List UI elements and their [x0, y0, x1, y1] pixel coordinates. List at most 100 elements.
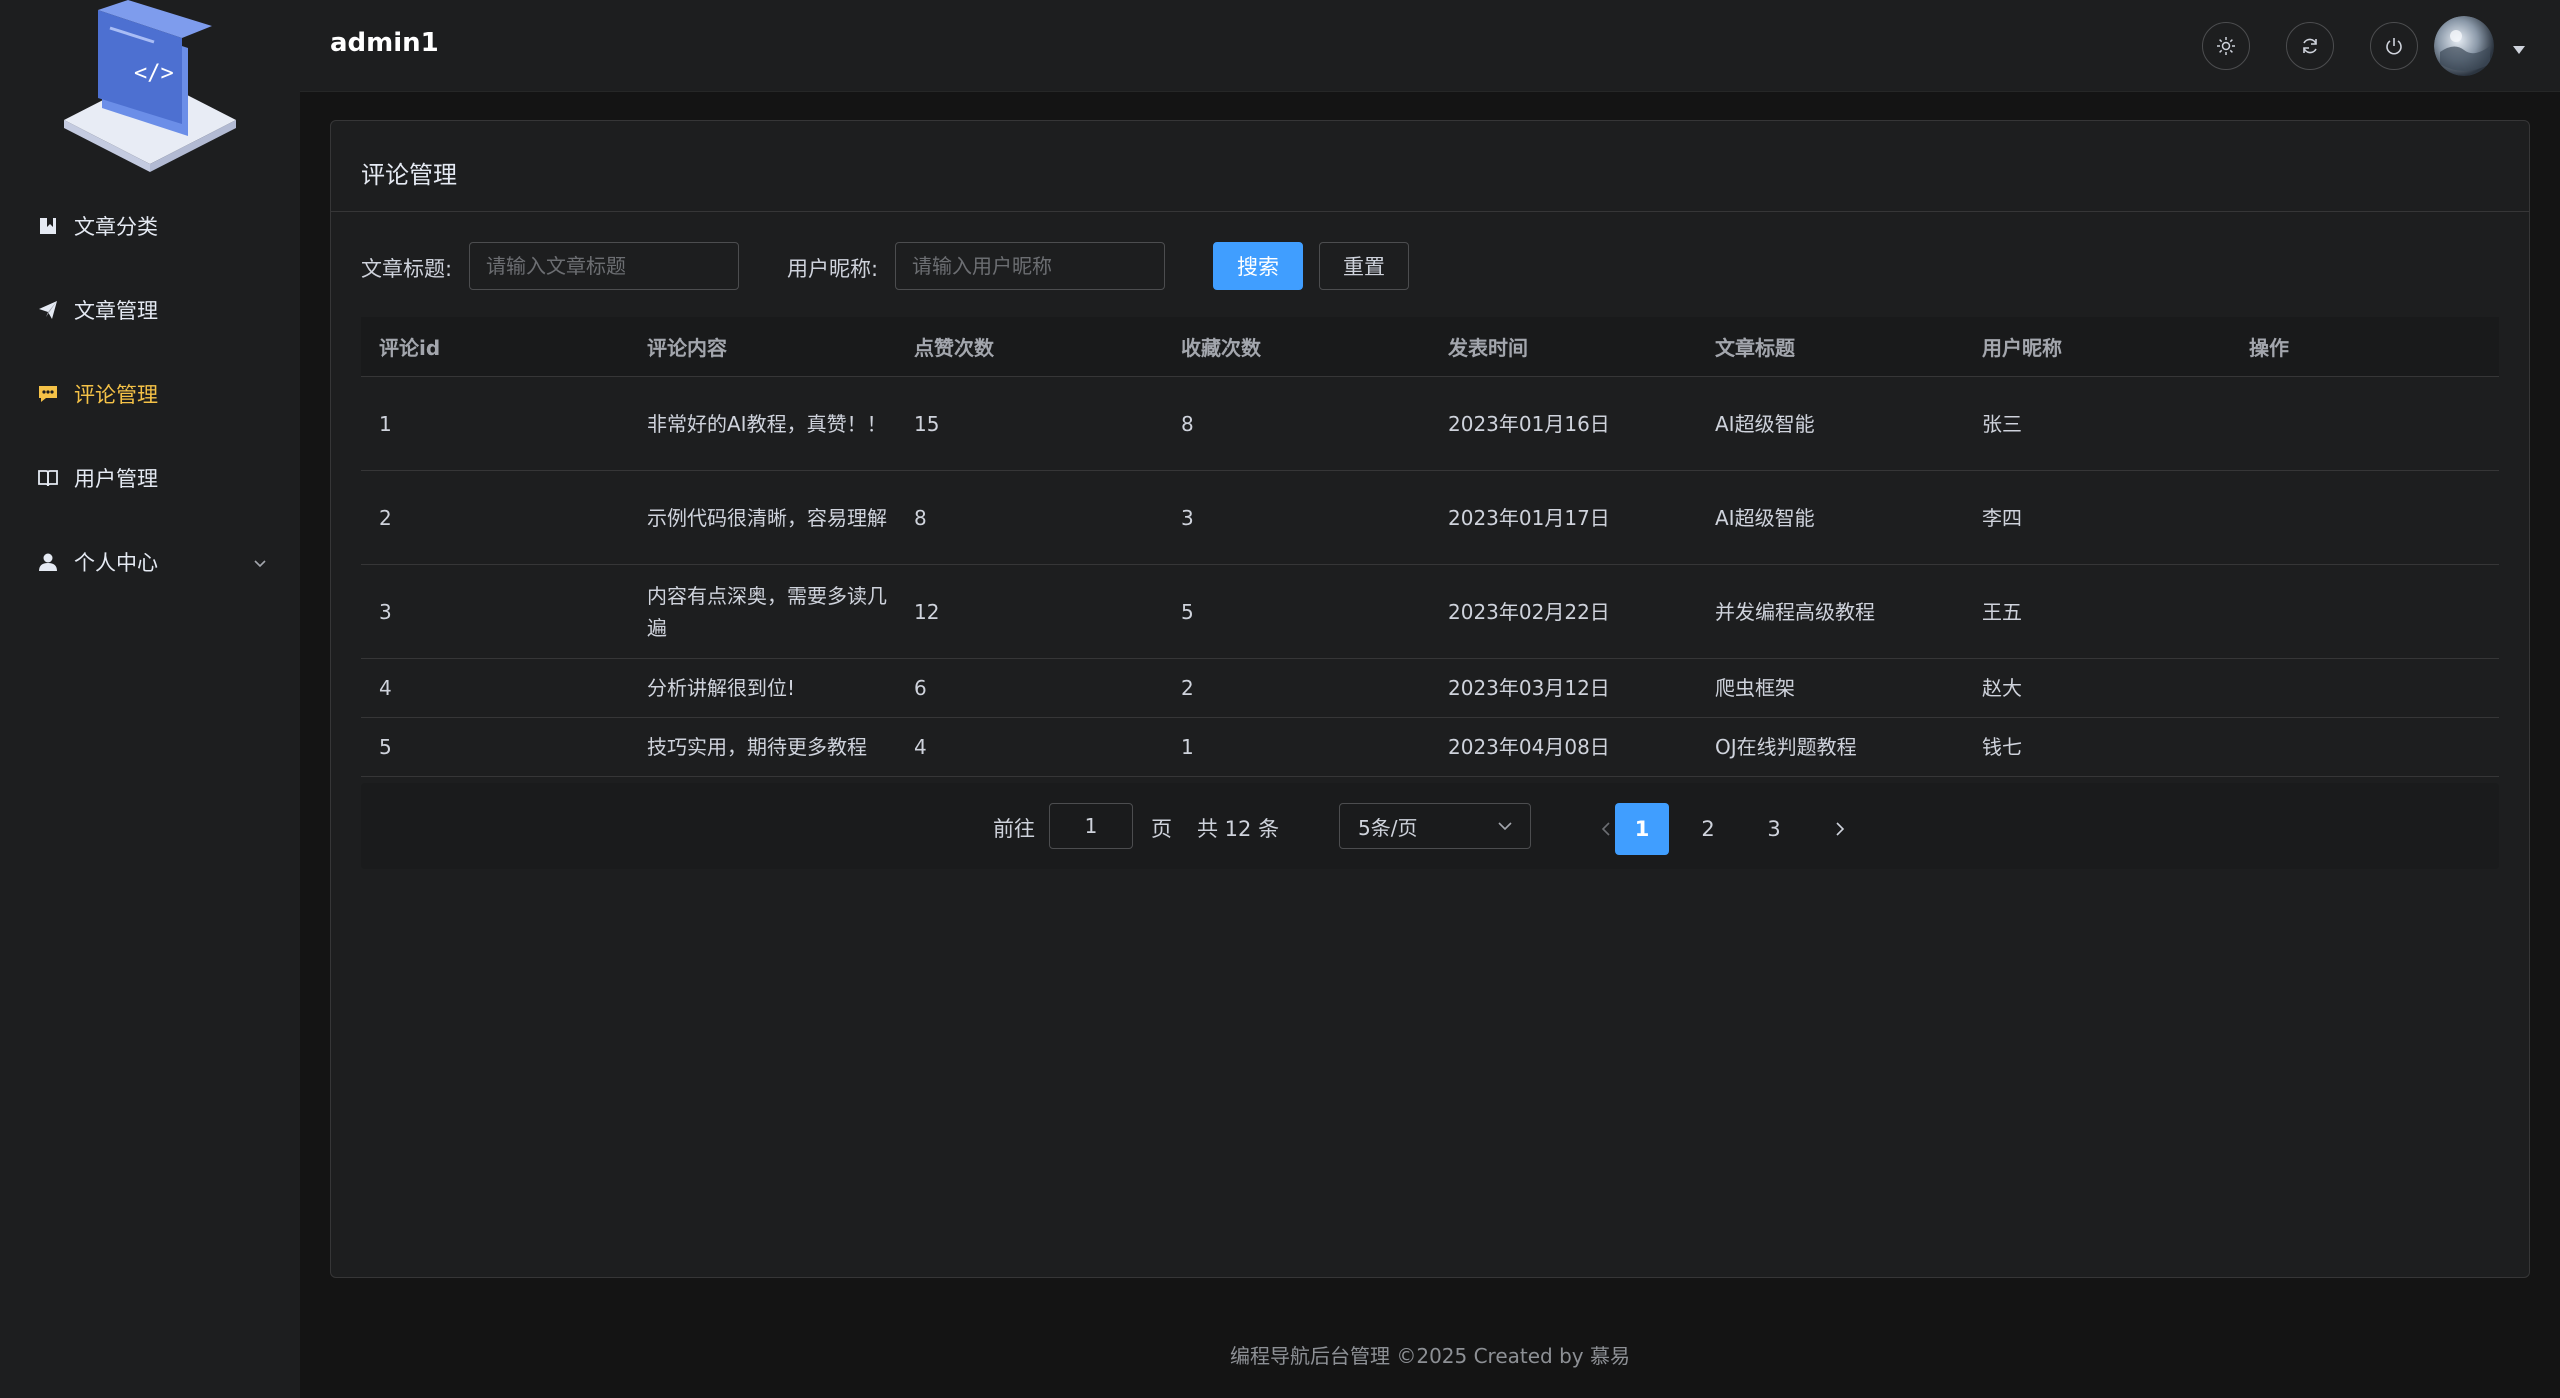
total-count: 共 12 条: [1197, 817, 1280, 841]
table-cell: 李四: [1982, 505, 2022, 530]
nickname-label: 用户昵称:: [787, 257, 879, 281]
divider: [331, 211, 2529, 212]
table-cell: 并发编程高级教程: [1715, 599, 1875, 624]
goto-suffix: 页: [1151, 817, 1172, 841]
page-1-button[interactable]: 1: [1615, 803, 1669, 855]
book-open-icon: [36, 466, 60, 490]
column-header: 评论内容: [647, 336, 727, 360]
bookmark-icon: [36, 214, 60, 238]
sidebar-item-label: 用户管理: [74, 467, 158, 491]
table-cell: 3: [1181, 505, 1194, 530]
sidebar-item-users[interactable]: 用户管理: [0, 448, 300, 508]
comment-text: 示例代码很清晰，容易理解: [647, 505, 887, 530]
table-cell: 钱七: [1982, 735, 2022, 759]
sidebar-item-articles[interactable]: 文章管理: [0, 280, 300, 340]
refresh-icon: [2303, 38, 2317, 54]
table-row: 1 非常好的AI教程，真赞！！ 15 8 2023年01月16日 AI超级智能 …: [361, 377, 2499, 471]
chevron-left-icon: [1601, 822, 1610, 836]
sun-icon: [2217, 37, 2235, 55]
table-cell: 示例代码很清晰，容易理解: [629, 502, 896, 534]
page-3-button[interactable]: 3: [1747, 803, 1801, 855]
sidebar-item-label: 评论管理: [74, 383, 158, 407]
logout-button[interactable]: [2370, 22, 2418, 70]
table-cell: OJ在线判题教程: [1715, 735, 1857, 759]
page-size-value: 5条/页: [1358, 815, 1418, 840]
comment-text: 分析讲解很到位!: [647, 676, 796, 700]
page-2-button[interactable]: 2: [1681, 803, 1735, 855]
next-page-button[interactable]: [1813, 803, 1867, 855]
column-header: 操作: [2249, 336, 2289, 360]
table-cell: AI超级智能: [1715, 411, 1815, 436]
column-header: 发表时间: [1448, 336, 1528, 360]
table-cell: 2: [379, 505, 392, 530]
table-row: 2 示例代码很清晰，容易理解 8 3 2023年01月17日 AI超级智能 李四: [361, 471, 2499, 565]
header-username: admin1: [330, 28, 439, 58]
table-row: 5 技巧实用，期待更多教程 4 1 2023年04月08日 OJ在线判题教程 钱…: [361, 718, 2499, 777]
table-cell: 爬虫框架: [1715, 676, 1795, 700]
sidebar-item-label: 个人中心: [74, 551, 158, 575]
sidebar-item-label: 文章分类: [74, 215, 158, 239]
table-cell: 4: [914, 735, 927, 759]
comment-text: 内容有点深奥，需要多读几遍: [647, 583, 887, 640]
chevron-right-icon: [1836, 822, 1845, 836]
table-cell: 非常好的AI教程，真赞！！: [629, 408, 896, 440]
table-header: 评论id 评论内容 点赞次数 收藏次数 发表时间 文章标题 用户昵称 操作: [361, 317, 2499, 377]
table-cell: 分析讲解很到位!: [629, 672, 896, 704]
page-size-select[interactable]: 5条/页: [1339, 803, 1531, 849]
reset-button[interactable]: 重置: [1319, 242, 1409, 290]
column-header: 点赞次数: [914, 336, 994, 360]
comments-card: 评论管理 文章标题: 用户昵称: 搜索 重置 评论id 评论内容 点赞次数 收藏…: [330, 120, 2530, 1278]
table-cell: 2023年01月17日: [1448, 505, 1610, 530]
column-header: 文章标题: [1715, 336, 1795, 360]
power-icon: [2386, 38, 2402, 55]
article-title-input[interactable]: [469, 242, 739, 290]
page-title: 评论管理: [361, 161, 457, 189]
table-cell: 5: [1181, 599, 1194, 624]
table-cell: 2023年04月08日: [1448, 735, 1610, 759]
chevron-down-icon: [252, 552, 268, 576]
table-cell: 5: [379, 735, 392, 759]
theme-toggle-button[interactable]: [2202, 22, 2250, 70]
table-row: 3 内容有点深奥，需要多读几遍 12 5 2023年02月22日 并发编程高级教…: [361, 565, 2499, 659]
table-cell: 2: [1181, 676, 1194, 700]
sidebar-item-label: 文章管理: [74, 299, 158, 323]
column-header: 评论id: [379, 336, 441, 360]
sidebar-item-categories[interactable]: 文章分类: [0, 196, 300, 256]
paper-plane-icon: [36, 298, 60, 322]
pagination: 前往 页 共 12 条 5条/页 1 2 3: [361, 783, 2499, 869]
sidebar-item-comments[interactable]: 评论管理: [0, 364, 300, 424]
sidebar: </> 文章分类 文章管理 评论管理 用户管理 个人中心: [0, 0, 300, 1398]
table-cell: 王五: [1982, 599, 2022, 624]
nickname-input[interactable]: [895, 242, 1165, 290]
caret-down-icon[interactable]: [2512, 40, 2526, 59]
table-cell: 15: [914, 411, 940, 436]
svg-text:</>: </>: [134, 61, 174, 86]
sidebar-item-profile[interactable]: 个人中心: [0, 532, 300, 592]
column-header: 收藏次数: [1181, 336, 1261, 360]
table-cell: 赵大: [1982, 676, 2022, 700]
table-cell: 张三: [1982, 411, 2022, 436]
comment-icon: [36, 382, 60, 406]
table-cell: 2023年01月16日: [1448, 411, 1610, 436]
column-header: 用户昵称: [1982, 336, 2062, 360]
logo-icon: </>: [64, 0, 236, 172]
table-cell: 4: [379, 676, 392, 700]
goto-page-input[interactable]: [1049, 803, 1133, 849]
avatar[interactable]: [2434, 16, 2494, 76]
table-cell: 技巧实用，期待更多教程: [629, 731, 896, 763]
comment-text: 非常好的AI教程，真赞！！: [647, 411, 887, 436]
search-button[interactable]: 搜索: [1213, 242, 1303, 290]
table-cell: 3: [379, 599, 392, 624]
header: admin1: [300, 0, 2560, 92]
user-icon: [36, 550, 60, 574]
table-cell: 2023年03月12日: [1448, 676, 1610, 700]
footer: 编程导航后台管理 ©2025 Created by 慕易: [1229, 1344, 1630, 1368]
chevron-down-icon: [1496, 816, 1514, 840]
refresh-button[interactable]: [2286, 22, 2334, 70]
table-cell: 1: [379, 411, 392, 436]
table-cell: 2023年02月22日: [1448, 599, 1610, 624]
comment-text: 技巧实用，期待更多教程: [647, 735, 867, 759]
table-cell: 内容有点深奥，需要多读几遍: [629, 580, 896, 644]
article-title-label: 文章标题:: [361, 257, 453, 281]
goto-prefix: 前往: [993, 817, 1035, 841]
